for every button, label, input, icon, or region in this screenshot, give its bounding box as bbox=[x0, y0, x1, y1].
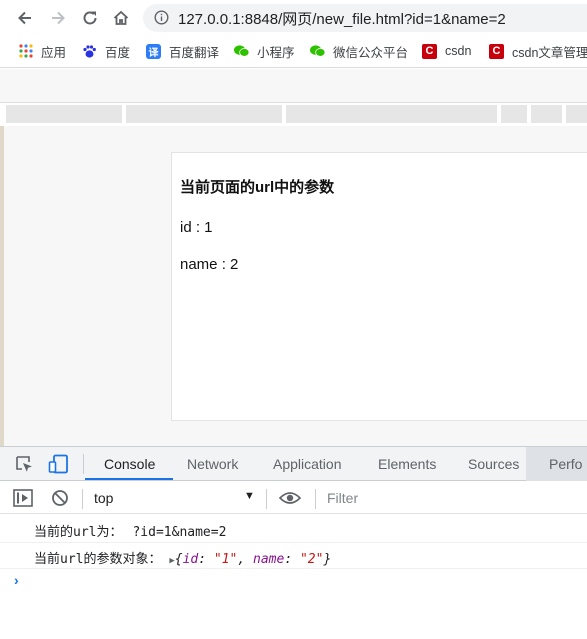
param-id-line: id : 1 bbox=[180, 219, 213, 236]
device-toolbar-icon[interactable] bbox=[48, 454, 70, 479]
eye-icon[interactable] bbox=[278, 491, 302, 510]
sidebar-toggle-icon[interactable] bbox=[13, 489, 33, 512]
obj-value: "2" bbox=[299, 552, 324, 567]
bookmark-baidu[interactable]: 百度 bbox=[82, 41, 130, 61]
log-value: ?id=1&name=2 bbox=[132, 525, 227, 540]
bookmark-label: 百度 bbox=[105, 45, 131, 60]
clear-console-icon[interactable] bbox=[51, 489, 69, 512]
divider bbox=[82, 489, 83, 509]
obj-value: "1" bbox=[213, 552, 238, 567]
tab-elements[interactable]: Elements bbox=[378, 456, 436, 472]
strip-segment bbox=[126, 105, 282, 123]
console-log-line: 当前url的参数对象： ▶{id: "1", name: "2"} bbox=[34, 548, 331, 567]
bookmark-baidu-translate[interactable]: 译 百度翻译 bbox=[146, 41, 219, 61]
back-arrow-icon[interactable] bbox=[13, 6, 37, 30]
log-separator bbox=[0, 568, 587, 569]
bookmark-label: 小程序 bbox=[257, 45, 295, 60]
strip-segment bbox=[6, 105, 122, 123]
filter-input[interactable]: Filter bbox=[327, 490, 358, 506]
obj-key: name bbox=[253, 552, 285, 567]
tab-sources[interactable]: Sources bbox=[468, 456, 519, 472]
bookmark-label: 微信公众平台 bbox=[333, 45, 409, 60]
strip-segment bbox=[566, 105, 587, 123]
wechat-icon bbox=[234, 44, 249, 59]
csdn-icon: C bbox=[422, 43, 437, 59]
bookmark-apps[interactable]: 应用 bbox=[18, 41, 66, 61]
bookmark-csdn-articles[interactable]: C csdn文章管理 bbox=[489, 41, 587, 61]
param-name-line: name : 2 bbox=[180, 256, 239, 273]
url-text[interactable]: 127.0.0.1:8848/网页/new_file.html?id=1&nam… bbox=[178, 8, 506, 29]
baidu-paw-icon bbox=[82, 44, 97, 59]
tab-console[interactable]: Console bbox=[104, 456, 155, 472]
bookmark-label: 应用 bbox=[41, 45, 67, 60]
bookmark-label: 百度翻译 bbox=[169, 45, 220, 60]
bookmark-mini-program[interactable]: 小程序 bbox=[234, 41, 295, 61]
wechat-icon bbox=[310, 44, 325, 59]
console-prompt-icon[interactable]: › bbox=[14, 572, 19, 588]
bookmark-label: csdn文章管理 bbox=[512, 45, 587, 60]
forward-arrow-icon[interactable] bbox=[46, 6, 70, 30]
dropdown-arrow-icon[interactable]: ▼ bbox=[244, 490, 255, 502]
divider bbox=[315, 489, 316, 509]
inspect-element-icon[interactable] bbox=[15, 455, 35, 480]
left-edge-strip bbox=[0, 126, 4, 446]
tab-application[interactable]: Application bbox=[273, 456, 342, 472]
translate-icon: 译 bbox=[146, 43, 161, 59]
log-label: 当前url的参数对象： bbox=[34, 552, 162, 567]
tab-performance[interactable]: Perfo bbox=[549, 456, 582, 472]
tab-network[interactable]: Network bbox=[187, 456, 238, 472]
log-separator bbox=[0, 542, 587, 543]
strip-segment bbox=[286, 105, 497, 123]
obj-brace: } bbox=[323, 552, 332, 567]
obj-key: id bbox=[182, 552, 199, 567]
bookmark-label: csdn bbox=[445, 44, 472, 58]
csdn-icon: C bbox=[489, 43, 504, 59]
context-select[interactable]: top bbox=[94, 490, 113, 506]
home-icon[interactable] bbox=[109, 6, 133, 30]
reload-icon[interactable] bbox=[78, 6, 102, 30]
log-object[interactable]: {id: "1", name: "2"} bbox=[175, 552, 332, 567]
obj-brace: { bbox=[174, 552, 183, 567]
bookmark-csdn[interactable]: C csdn bbox=[422, 41, 471, 61]
console-log-line: 当前的url为： ?id=1&name=2 bbox=[34, 521, 226, 540]
bookmark-wechat-mp[interactable]: 微信公众平台 bbox=[310, 41, 408, 61]
divider bbox=[266, 489, 267, 509]
strip-segment bbox=[531, 105, 562, 123]
active-tab-indicator bbox=[85, 478, 173, 480]
divider bbox=[83, 454, 84, 474]
log-label: 当前的url为： bbox=[34, 525, 123, 540]
strip-segment bbox=[501, 105, 527, 123]
info-icon[interactable] bbox=[154, 10, 169, 30]
apps-grid-icon bbox=[18, 44, 33, 59]
page-title: 当前页面的url中的参数 bbox=[180, 179, 335, 196]
